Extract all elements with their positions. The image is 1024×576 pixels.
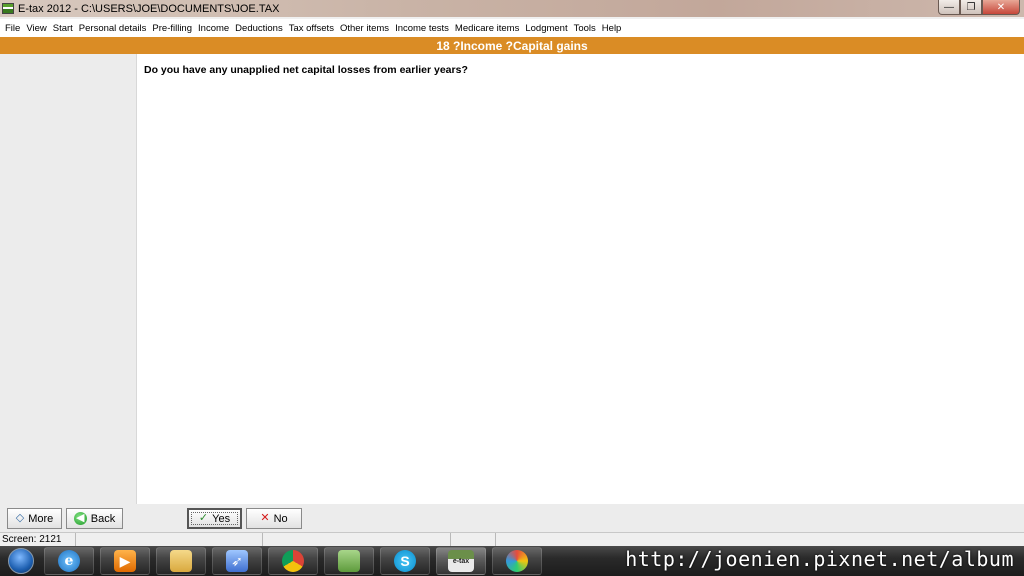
taskbar-chrome[interactable] [268, 547, 318, 575]
cross-icon: ✕ [260, 512, 270, 524]
diamond-icon: ◇ [15, 512, 25, 524]
section-header: 18 ?Income ?Capital gains [0, 37, 1024, 54]
etax-taskbar-icon: e-tax [448, 550, 474, 572]
more-button-label: More [28, 512, 54, 525]
taskbar-media-player[interactable]: ▶ [100, 547, 150, 575]
menu-lodgment[interactable]: Lodgment [522, 23, 570, 34]
status-cell-3 [263, 533, 451, 546]
rocket-icon: ➶ [226, 550, 248, 572]
section-title: 18 ?Income ?Capital gains [436, 38, 588, 53]
etax-app: E-tax 2012 - C:\USERS\JOE\DOCUMENTS\JOE.… [0, 0, 1024, 576]
no-button[interactable]: ✕ No [246, 508, 302, 529]
yes-button[interactable]: ✓ Yes [187, 508, 242, 529]
taskbar-skype[interactable]: S [380, 547, 430, 575]
watermark-url: http://joenien.pixnet.net/album [625, 547, 1014, 571]
question-text: Do you have any unapplied net capital lo… [144, 64, 468, 76]
menu-help[interactable]: Help [599, 23, 625, 34]
menu-personal-details[interactable]: Personal details [76, 23, 150, 34]
menu-income[interactable]: Income [195, 23, 232, 34]
checkmark-icon: ✓ [198, 512, 209, 524]
button-bar: ◇ More ◀ Back ✓ Yes ✕ No [0, 504, 1024, 532]
media-player-icon: ▶ [114, 550, 136, 572]
taskbar-internet-explorer[interactable]: e [44, 547, 94, 575]
more-button[interactable]: ◇ More [7, 508, 62, 529]
question-panel: Do you have any unapplied net capital lo… [137, 54, 1024, 504]
paint-icon [506, 550, 528, 572]
menu-file[interactable]: File [2, 23, 23, 34]
window-controls: — ❐ ✕ [938, 0, 1020, 15]
status-cell-4 [451, 533, 496, 546]
status-cell-5 [496, 533, 1024, 546]
chrome-icon [282, 550, 304, 572]
status-cell-2 [76, 533, 263, 546]
back-button-label: Back [90, 512, 116, 525]
status-bar: Screen: 2121 [0, 532, 1024, 546]
window-titlebar[interactable]: E-tax 2012 - C:\USERS\JOE\DOCUMENTS\JOE.… [0, 0, 1024, 17]
menu-other-items[interactable]: Other items [337, 23, 392, 34]
menu-bar: File View Start Personal details Pre-fil… [0, 19, 1024, 37]
taskbar-file-manager[interactable] [324, 547, 374, 575]
close-button[interactable]: ✕ [982, 0, 1020, 15]
yes-button-label: Yes [212, 512, 231, 525]
menu-view[interactable]: View [23, 23, 49, 34]
taskbar-rocket-launcher[interactable]: ➶ [212, 547, 262, 575]
sidebar [0, 54, 137, 504]
status-screen: Screen: 2121 [0, 533, 76, 546]
etax-app-icon [2, 3, 14, 14]
start-button[interactable] [4, 546, 38, 576]
taskbar-paint[interactable] [492, 547, 542, 575]
menu-tax-offsets[interactable]: Tax offsets [286, 23, 337, 34]
menu-pre-filling[interactable]: Pre-filling [149, 23, 195, 34]
windows-logo-icon [8, 548, 34, 574]
internet-explorer-icon: e [58, 550, 80, 572]
back-arrow-icon: ◀ [73, 512, 87, 525]
window-title: E-tax 2012 - C:\USERS\JOE\DOCUMENTS\JOE.… [18, 2, 280, 15]
skype-icon: S [394, 550, 416, 572]
taskbar-etax[interactable]: e-tax [436, 547, 486, 575]
menu-deductions[interactable]: Deductions [232, 23, 286, 34]
maximize-icon: ❐ [966, 1, 976, 13]
taskbar-file-explorer[interactable] [156, 547, 206, 575]
back-button[interactable]: ◀ Back [66, 508, 123, 529]
minimize-button[interactable]: — [938, 0, 960, 15]
files-icon [338, 550, 360, 572]
folder-icon [170, 550, 192, 572]
menu-medicare-items[interactable]: Medicare items [452, 23, 522, 34]
menu-tools[interactable]: Tools [571, 23, 599, 34]
close-icon: ✕ [996, 1, 1006, 13]
menu-income-tests[interactable]: Income tests [392, 23, 452, 34]
menu-start[interactable]: Start [50, 23, 76, 34]
no-button-label: No [273, 512, 288, 525]
maximize-button[interactable]: ❐ [960, 0, 982, 15]
minimize-icon: — [944, 1, 954, 13]
